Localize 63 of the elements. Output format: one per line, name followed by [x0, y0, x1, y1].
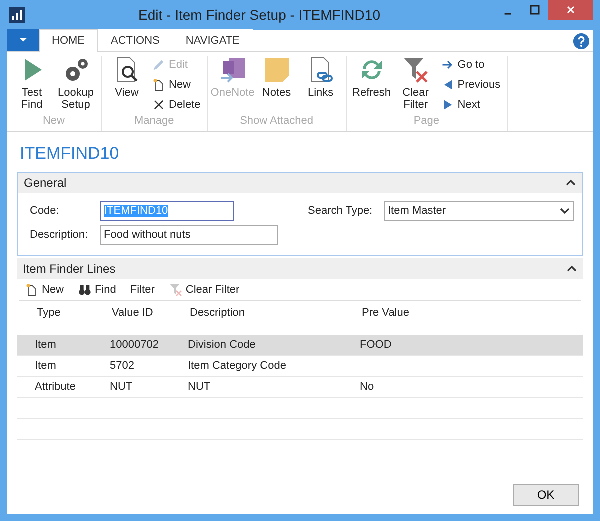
section-title: General [24, 176, 67, 190]
table-cell: Attribute [17, 377, 92, 398]
section-title: Item Finder Lines [23, 262, 116, 276]
ribbon-button[interactable]: Next [438, 96, 503, 114]
table-cell: Item Category Code [170, 356, 342, 377]
filter-clear-icon [168, 282, 183, 296]
ribbon-button[interactable]: Previous [438, 76, 503, 94]
new-document-icon [25, 282, 39, 296]
onenote-icon [218, 56, 247, 84]
close-icon [566, 5, 576, 15]
table-cell: Item [17, 356, 92, 377]
section-header[interactable]: Item Finder Lines [17, 258, 583, 279]
field-label: Description: [30, 229, 90, 241]
column-header[interactable]: Pre Value [342, 301, 583, 325]
minimize-icon [504, 13, 512, 15]
right-arrow-icon [440, 58, 455, 72]
app-icon [9, 7, 25, 23]
table-cell: 10000702 [92, 335, 170, 356]
column-header[interactable]: Description [170, 301, 342, 325]
ribbon-tab[interactable]: HOME [39, 29, 98, 52]
table-cell: FOOD [342, 335, 583, 356]
description-field[interactable]: Food without nuts [100, 225, 278, 245]
binoculars-icon [78, 282, 92, 296]
window-title: Edit - Item Finder Setup - ITEMFIND10 [138, 7, 382, 23]
table-cell: NUT [170, 377, 342, 398]
field-label: Search Type: [308, 205, 374, 217]
ribbon-button[interactable]: Go to [438, 56, 503, 74]
sticky-note-icon [262, 56, 291, 84]
group-label: Page [412, 115, 441, 129]
field-label: Code: [30, 205, 60, 217]
page-heading: ITEMFIND10 [20, 144, 120, 164]
ok-button[interactable]: OK [513, 484, 579, 506]
toolbar-button[interactable]: Find [76, 282, 118, 296]
ribbon-button[interactable]: Links [300, 56, 342, 115]
ribbon-button[interactable]: Notes [256, 56, 298, 115]
ribbon-button[interactable]: Refresh [350, 56, 393, 115]
table-cell: No [342, 377, 583, 398]
maximize-icon [530, 5, 540, 15]
table-cell: NUT [92, 377, 170, 398]
column-header[interactable]: Type [17, 301, 92, 325]
filter-clear-icon [402, 56, 430, 84]
ribbon-button[interactable]: Test Find [11, 56, 53, 115]
table-cell: Item [17, 335, 92, 356]
caret-icon [18, 37, 28, 43]
group-label: New [42, 115, 66, 129]
new-document-icon [152, 78, 166, 92]
delete-icon [152, 98, 166, 112]
ribbon-button[interactable]: New [150, 76, 203, 94]
ribbon-button[interactable]: Delete [150, 96, 203, 114]
table-cell: Division Code [170, 335, 342, 356]
caret-icon [560, 207, 570, 215]
ribbon-button[interactable]: Clear Filter [394, 56, 437, 115]
toolbar-button[interactable]: New [23, 282, 66, 296]
ribbon-button[interactable]: Lookup Setup [55, 56, 97, 115]
table-cell: 5702 [92, 356, 170, 377]
pencil-icon [152, 58, 166, 72]
ribbon-button[interactable]: View [106, 56, 148, 115]
group-label: Show Attached [239, 115, 314, 129]
column-header[interactable]: Value ID [92, 301, 170, 325]
toolbar-button[interactable]: Filter [128, 284, 157, 296]
section-header[interactable]: General [18, 173, 582, 193]
group-label: Manage [134, 115, 176, 129]
search-type-dropdown[interactable]: Item Master [384, 201, 574, 221]
